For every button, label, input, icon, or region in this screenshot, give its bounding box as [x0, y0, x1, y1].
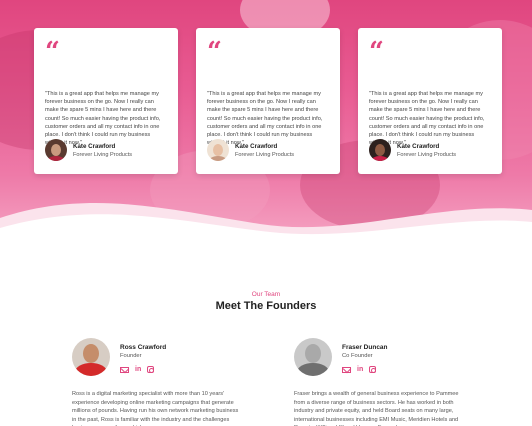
linkedin-icon[interactable]: in	[135, 366, 141, 373]
author-name: Kate Crawford	[397, 142, 440, 150]
avatar	[294, 338, 332, 376]
founder-role: Co Founder	[342, 353, 373, 359]
social-links: in	[342, 366, 388, 373]
quote-mark-icon: “	[207, 37, 222, 67]
founder-bio: Fraser brings a wealth of general busine…	[294, 391, 459, 426]
quote-mark-icon: “	[369, 37, 384, 67]
linkedin-icon[interactable]: in	[357, 366, 363, 373]
founder-profile: Ross Crawford Founder in Ross is a digit…	[72, 338, 242, 426]
author-name: Kate Crawford	[73, 142, 116, 150]
wave-divider	[0, 203, 532, 250]
founder-profile: Fraser Duncan Co Founder in Fraser bring…	[294, 338, 464, 426]
email-icon[interactable]	[120, 366, 129, 373]
testimonial-card: “ "This is a great app that helps me man…	[196, 28, 340, 174]
testimonial-card: “ "This is a great app that helps me man…	[358, 28, 502, 174]
instagram-icon[interactable]	[369, 366, 377, 373]
team-title: Meet The Founders	[215, 300, 317, 312]
testimonial-author: Kate Crawford Forever Living Products	[207, 139, 294, 161]
founder-name: Ross Crawford	[120, 344, 167, 351]
author-company: Forever Living Products	[235, 151, 295, 158]
avatar	[369, 139, 391, 161]
email-icon[interactable]	[342, 366, 351, 373]
testimonial-card: “ "This is a great app that helps me man…	[34, 28, 178, 174]
founder-role: Founder	[120, 353, 142, 359]
instagram-icon[interactable]	[147, 366, 155, 373]
avatar	[45, 139, 67, 161]
team-eyebrow: Our Team	[251, 291, 281, 298]
founder-name: Fraser Duncan	[342, 344, 388, 351]
avatar	[207, 139, 229, 161]
quote-mark-icon: “	[45, 37, 60, 67]
testimonial-author: Kate Crawford Forever Living Products	[369, 139, 456, 161]
avatar	[72, 338, 110, 376]
testimonial-author: Kate Crawford Forever Living Products	[45, 139, 132, 161]
author-name: Kate Crawford	[235, 142, 278, 150]
author-company: Forever Living Products	[73, 151, 133, 158]
author-company: Forever Living Products	[397, 151, 457, 158]
founder-bio: Ross is a digital marketing specialist w…	[72, 391, 239, 426]
social-links: in	[120, 366, 166, 373]
